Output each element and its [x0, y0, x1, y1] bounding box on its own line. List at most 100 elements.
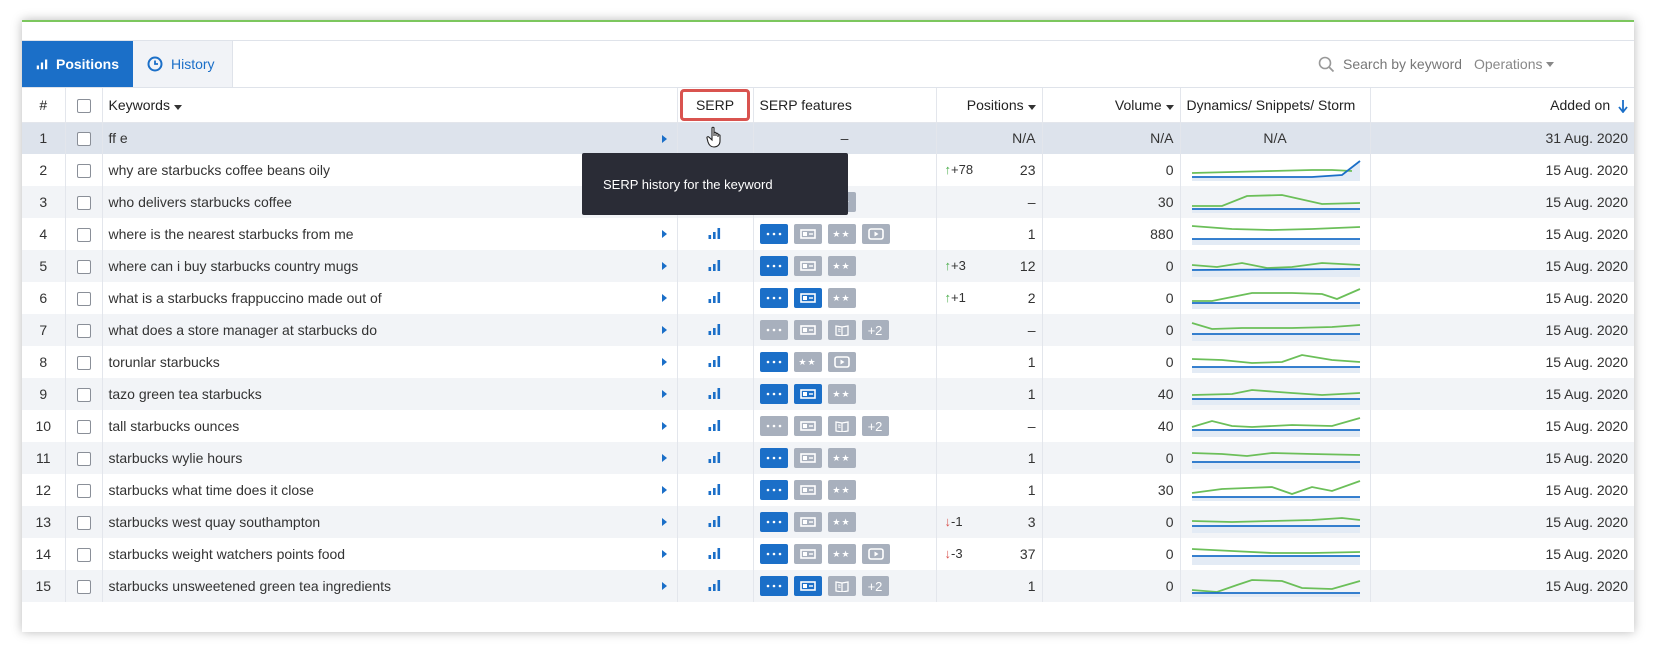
serp-history-icon[interactable]: [708, 419, 722, 431]
dynamics-cell[interactable]: [1180, 314, 1371, 346]
table-row[interactable]: 7 what does a store manager at starbucks …: [22, 314, 1634, 346]
row-checkbox-cell[interactable]: [65, 282, 103, 314]
tab-history[interactable]: History: [133, 41, 233, 87]
operations-dropdown[interactable]: Operations: [1474, 41, 1555, 87]
dynamics-sparkline[interactable]: [1191, 287, 1361, 309]
row-checkbox-cell[interactable]: [65, 314, 103, 346]
table-row[interactable]: 12 starbucks what time does it close ★★ 1 30…: [22, 474, 1634, 506]
dynamics-sparkline[interactable]: [1191, 575, 1361, 597]
col-keywords-header[interactable]: Keywords: [102, 88, 678, 123]
expand-arrow-icon[interactable]: [661, 262, 667, 270]
expand-arrow-icon[interactable]: [661, 518, 667, 526]
dynamics-cell[interactable]: [1180, 570, 1371, 602]
row-checkbox[interactable]: [76, 324, 91, 339]
row-checkbox-cell[interactable]: [65, 410, 103, 442]
dynamics-cell[interactable]: [1180, 506, 1371, 538]
row-checkbox[interactable]: [76, 484, 91, 499]
keyword-cell[interactable]: where is the nearest starbucks from me: [102, 218, 678, 250]
serp-cell[interactable]: [677, 122, 754, 154]
dynamics-cell[interactable]: [1180, 442, 1371, 474]
keyword-cell[interactable]: torunlar starbucks: [102, 346, 678, 378]
serp-cell[interactable]: [677, 474, 754, 506]
table-row[interactable]: 15 starbucks unsweetened green tea ingred…: [22, 570, 1634, 602]
table-row[interactable]: 11 starbucks wylie hours ★★ 1 0 15 Aug. 2020: [22, 442, 1634, 474]
dynamics-sparkline[interactable]: [1191, 447, 1361, 469]
row-checkbox[interactable]: [76, 580, 91, 595]
table-row[interactable]: 10 tall starbucks ounces +2 –40 15 Aug. 2020: [22, 410, 1634, 442]
expand-arrow-icon[interactable]: [661, 294, 667, 302]
serp-history-icon[interactable]: [708, 579, 722, 591]
expand-arrow-icon[interactable]: [661, 454, 667, 462]
keyword-cell[interactable]: tazo green tea starbucks: [102, 378, 678, 410]
row-checkbox[interactable]: [76, 164, 91, 179]
serp-history-icon[interactable]: [708, 387, 722, 399]
keyword-cell[interactable]: tall starbucks ounces: [102, 410, 678, 442]
serp-cell[interactable]: [677, 282, 754, 314]
row-checkbox-cell[interactable]: [65, 538, 103, 570]
serp-cell[interactable]: [677, 250, 754, 282]
dynamics-sparkline[interactable]: [1191, 479, 1361, 501]
row-checkbox[interactable]: [76, 196, 91, 211]
dynamics-sparkline[interactable]: [1191, 415, 1361, 437]
dynamics-sparkline[interactable]: [1191, 191, 1361, 213]
serp-cell[interactable]: [677, 506, 754, 538]
row-checkbox[interactable]: [76, 388, 91, 403]
dynamics-cell[interactable]: [1180, 410, 1371, 442]
keyword-cell[interactable]: ff e: [102, 122, 678, 154]
dynamics-sparkline[interactable]: [1191, 351, 1361, 373]
expand-arrow-icon[interactable]: [661, 326, 667, 334]
search-input[interactable]: [1343, 56, 1461, 72]
dynamics-cell[interactable]: N/A: [1180, 122, 1371, 154]
table-row[interactable]: 8 torunlar starbucks ★★ 1 0 15 Aug. 2020: [22, 346, 1634, 378]
dynamics-cell[interactable]: [1180, 282, 1371, 314]
table-row[interactable]: 9 tazo green tea starbucks ★★ 1 40 15 Aug. 20…: [22, 378, 1634, 410]
expand-arrow-icon[interactable]: [661, 390, 667, 398]
keyword-cell[interactable]: what does a store manager at starbucks d…: [102, 314, 678, 346]
select-all-checkbox-cell[interactable]: [65, 88, 103, 123]
serp-cell[interactable]: [677, 378, 754, 410]
row-checkbox[interactable]: [76, 420, 91, 435]
dynamics-cell[interactable]: [1180, 218, 1371, 250]
dynamics-sparkline[interactable]: [1191, 383, 1361, 405]
row-checkbox[interactable]: [76, 260, 91, 275]
tab-positions[interactable]: Positions: [22, 41, 133, 87]
expand-arrow-icon[interactable]: [661, 486, 667, 494]
table-row[interactable]: 1 ff e – N/A N/A N/A 31 Aug. 2020: [22, 122, 1634, 154]
dynamics-cell[interactable]: [1180, 378, 1371, 410]
dynamics-cell[interactable]: [1180, 186, 1371, 218]
serp-history-icon[interactable]: [708, 291, 722, 303]
dynamics-cell[interactable]: [1180, 538, 1371, 570]
serp-history-icon[interactable]: [708, 547, 722, 559]
row-checkbox[interactable]: [76, 452, 91, 467]
keyword-cell[interactable]: starbucks unsweetened green tea ingredie…: [102, 570, 678, 602]
dynamics-cell[interactable]: [1180, 154, 1371, 186]
row-checkbox-cell[interactable]: [65, 346, 103, 378]
expand-arrow-icon[interactable]: [661, 422, 667, 430]
serp-cell[interactable]: [677, 538, 754, 570]
serp-cell[interactable]: [677, 410, 754, 442]
dynamics-sparkline[interactable]: [1191, 223, 1361, 245]
expand-arrow-icon[interactable]: [661, 358, 667, 366]
dynamics-cell[interactable]: [1180, 346, 1371, 378]
expand-arrow-icon[interactable]: [661, 550, 667, 558]
serp-cell[interactable]: [677, 314, 754, 346]
table-row[interactable]: 13 starbucks west quay southampton ★★ ↓-1 3 0…: [22, 506, 1634, 538]
dynamics-sparkline[interactable]: [1191, 159, 1361, 181]
keyword-cell[interactable]: where can i buy starbucks country mugs: [102, 250, 678, 282]
select-all-checkbox[interactable]: [76, 98, 91, 113]
keyword-cell[interactable]: starbucks what time does it close: [102, 474, 678, 506]
row-checkbox-cell[interactable]: [65, 154, 103, 186]
col-volume-header[interactable]: Volume: [1042, 88, 1181, 123]
row-checkbox[interactable]: [76, 548, 91, 563]
serp-history-icon[interactable]: [708, 323, 722, 335]
keyword-cell[interactable]: starbucks west quay southampton: [102, 506, 678, 538]
serp-history-icon[interactable]: [708, 355, 722, 367]
table-row[interactable]: 4 where is the nearest starbucks from me ★…: [22, 218, 1634, 250]
row-checkbox-cell[interactable]: [65, 186, 103, 218]
keyword-cell[interactable]: what is a starbucks frappuccino made out…: [102, 282, 678, 314]
serp-history-icon[interactable]: [708, 227, 722, 239]
col-serp-header[interactable]: SERP: [677, 88, 754, 123]
serp-cell[interactable]: [677, 218, 754, 250]
table-row[interactable]: 14 starbucks weight watchers points food ★…: [22, 538, 1634, 570]
serp-cell[interactable]: [677, 442, 754, 474]
